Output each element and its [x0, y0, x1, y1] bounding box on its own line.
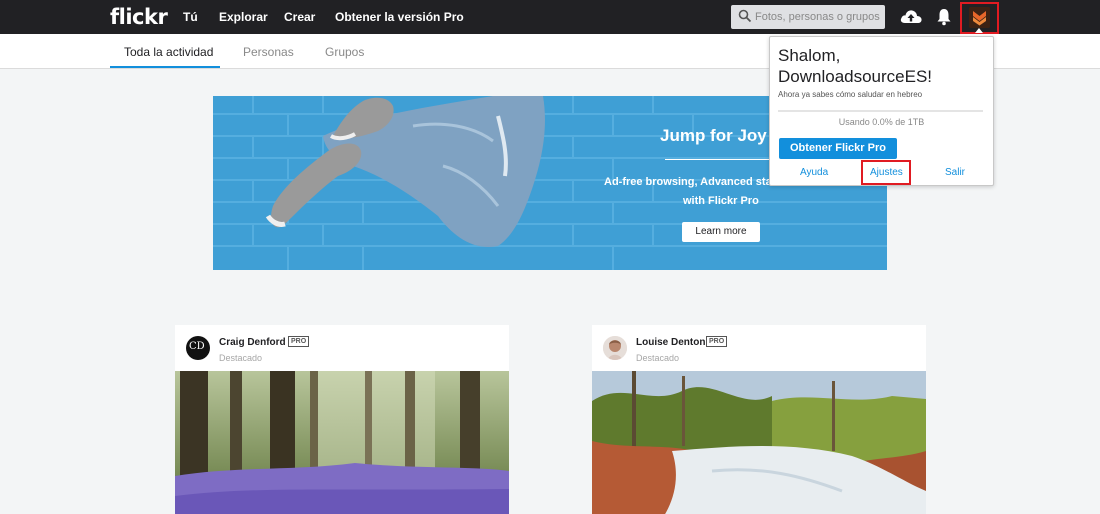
pro-badge: PRO: [288, 336, 310, 347]
nav-link-you[interactable]: Tú: [183, 10, 198, 24]
storage-usage-text: Usando 0.0% de 1TB: [838, 117, 925, 127]
banner-title: Jump for Joy: [660, 126, 767, 145]
active-tab-indicator: [110, 66, 220, 68]
user-avatar-icon: [969, 7, 990, 28]
cloud-upload-icon[interactable]: [899, 7, 923, 27]
greeting: Shalom, DownloadsourceES!: [778, 45, 932, 87]
feed-card[interactable]: Louise Denton PRO Destacado: [592, 325, 926, 514]
nav-link-get-pro[interactable]: Obtener la versión Pro: [335, 10, 464, 24]
storage-usage-bar: [778, 110, 983, 112]
search-box[interactable]: [731, 5, 885, 29]
nav-link-explore[interactable]: Explorar: [219, 10, 268, 24]
learn-more-button[interactable]: Learn more: [682, 222, 760, 242]
search-icon[interactable]: [738, 9, 752, 23]
feed-photo-forest[interactable]: [175, 371, 509, 514]
settings-highlight-box: [861, 160, 911, 185]
feed-label: Destacado: [636, 353, 680, 363]
search-input[interactable]: [755, 8, 881, 26]
top-navigation-bar: flickr Tú Explorar Crear Obtener la vers…: [0, 0, 1100, 34]
help-link[interactable]: Ayuda: [800, 167, 828, 178]
profile-photo-icon: [603, 336, 627, 360]
greeting-username: DownloadsourceES!: [778, 67, 933, 86]
tab-people[interactable]: Personas: [243, 45, 294, 59]
tab-all-activity[interactable]: Toda la actividad: [124, 45, 213, 59]
feed-photo-river[interactable]: [592, 371, 926, 514]
tab-groups[interactable]: Grupos: [325, 45, 364, 59]
get-flickr-pro-button[interactable]: Obtener Flickr Pro: [779, 138, 897, 159]
banner-text-line2: with Flickr Pro: [683, 195, 759, 207]
pro-badge: PRO: [706, 336, 728, 347]
feed-label: Destacado: [219, 353, 263, 363]
menu-caret: [975, 28, 983, 33]
feed-username[interactable]: Craig Denford: [219, 337, 286, 348]
nav-link-create[interactable]: Crear: [284, 10, 315, 24]
banner-text-line1: Ad-free browsing, Advanced sta: [604, 176, 772, 188]
greeting-hint: Ahora ya sabes cómo saludar en hebreo: [778, 90, 923, 99]
sign-out-link[interactable]: Salir: [945, 167, 965, 178]
avatar-initials: CD: [189, 341, 205, 352]
feed-username[interactable]: Louise Denton: [636, 337, 705, 348]
user-avatar[interactable]: CD: [186, 336, 210, 360]
banner-divider: [665, 159, 769, 160]
bell-icon[interactable]: [935, 7, 953, 27]
feed-card[interactable]: CD Craig Denford PRO Destacado: [175, 325, 509, 514]
flickr-logo[interactable]: flickr: [110, 5, 168, 29]
user-avatar[interactable]: [603, 336, 627, 360]
greeting-line1: Shalom,: [778, 46, 841, 65]
